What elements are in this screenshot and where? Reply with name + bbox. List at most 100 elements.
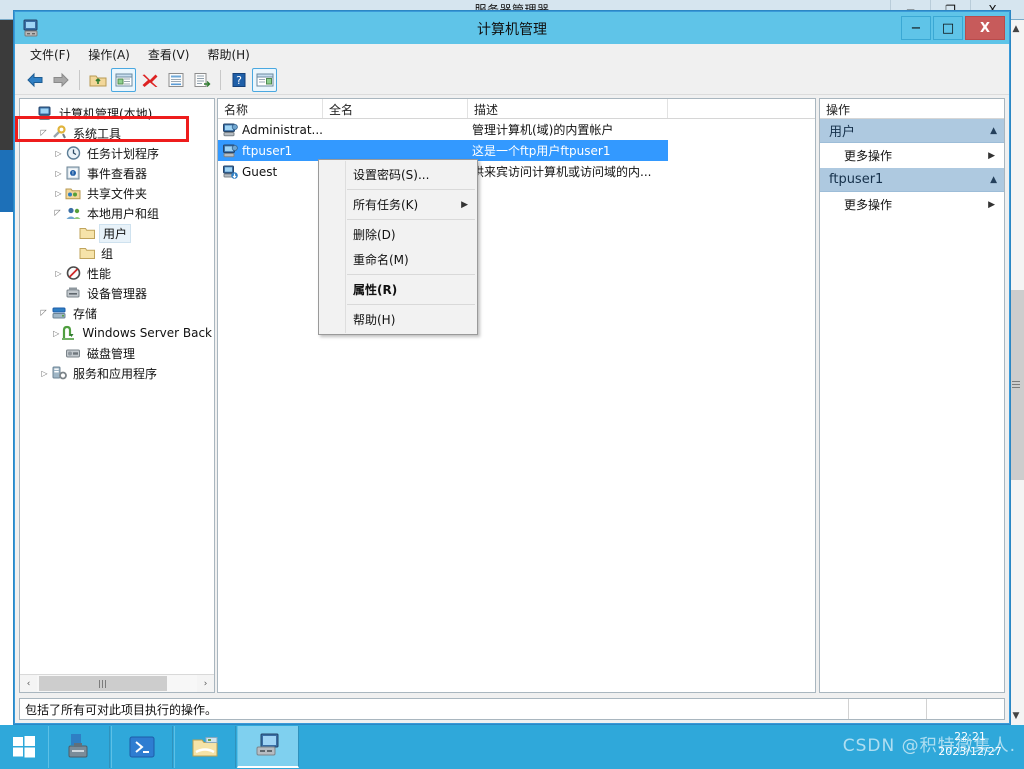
minimize-button[interactable]: − [901, 16, 931, 40]
scrollbar-track[interactable] [37, 675, 197, 692]
up-folder-icon[interactable] [85, 68, 110, 92]
show-tree-icon[interactable] [111, 68, 136, 92]
disk-management-icon [65, 345, 82, 361]
server-manager-task[interactable] [48, 726, 110, 768]
services-icon [51, 365, 68, 381]
chevron-right-icon: ▶ [988, 150, 995, 161]
delete-icon[interactable] [137, 68, 162, 92]
menu-file[interactable]: 文件(F) [21, 44, 79, 65]
tree-horizontal-scrollbar[interactable]: ‹ › [20, 674, 214, 692]
collapse-icon[interactable]: ◺ [35, 127, 55, 140]
table-row[interactable]: ftpuser1 这是一个ftp用户ftpuser1 [218, 140, 815, 161]
table-row[interactable]: Administrat... 管理计算机(域)的内置帐户 [218, 119, 815, 140]
column-header-fullname[interactable]: 全名 [323, 99, 468, 118]
powershell-task[interactable] [111, 726, 173, 768]
tree-node-label: 系统工具 [73, 126, 122, 141]
content-area: 计算机管理(本地) ◺ 系统工具 ▷ 任务计划程序 ▷! 事件查看器 ▷ 共享文件夹 ◺ 本地用户和… [19, 98, 1005, 693]
tree-node-label: 任务计划程序 [87, 146, 160, 161]
close-button[interactable]: X [965, 16, 1005, 40]
expand-icon[interactable]: ▷ [52, 263, 65, 283]
export-list-icon[interactable] [189, 68, 214, 92]
expand-icon[interactable]: ▷ [38, 363, 51, 383]
tree-node-1[interactable]: ◺ 系统工具 [24, 123, 214, 143]
tree-node-5[interactable]: ◺ 本地用户和组 [24, 203, 214, 223]
expand-icon[interactable]: ▷ [52, 163, 65, 183]
help-icon[interactable]: ? [226, 68, 251, 92]
menu-action[interactable]: 操作(A) [79, 44, 139, 65]
scrollbar-thumb[interactable] [39, 676, 167, 691]
context-menu-item-4[interactable]: 属性(R) [319, 277, 477, 302]
maximize-button[interactable]: □ [933, 16, 963, 40]
cell-description: 这是一个ftp用户ftpuser1 [468, 140, 668, 161]
action-group-title-0[interactable]: 用户 ▲ [820, 119, 1004, 143]
svg-text:!: ! [72, 171, 74, 178]
properties-icon[interactable] [163, 68, 188, 92]
context-menu-item-3[interactable]: 重命名(M) [319, 247, 477, 272]
context-menu-separator [347, 219, 475, 220]
tree-node-9[interactable]: 设备管理器 [24, 283, 214, 303]
tree-node-label: 组 [101, 246, 114, 261]
scroll-left-icon[interactable]: ‹ [20, 675, 37, 692]
tree-node-2[interactable]: ▷ 任务计划程序 [24, 143, 214, 163]
chevron-up-icon[interactable]: ▲ [990, 126, 997, 136]
context-menu-item-1[interactable]: 所有任务(K) ▶ [319, 192, 477, 217]
tree-node-label: 共享文件夹 [87, 186, 148, 201]
tree-node-0[interactable]: 计算机管理(本地) [24, 103, 214, 123]
clock-icon [65, 145, 82, 161]
context-menu[interactable]: 设置密码(S)... 所有任务(K) ▶ 删除(D) 重命名(M) 属性(R) 帮助(H) [318, 159, 478, 335]
context-menu-item-5[interactable]: 帮助(H) [319, 307, 477, 332]
start-button[interactable] [0, 725, 48, 769]
tree-node-10[interactable]: ◺ 存储 [24, 303, 214, 323]
svg-text:?: ? [236, 74, 242, 87]
menu-view[interactable]: 查看(V) [139, 44, 199, 65]
list-view[interactable]: Administrat... 管理计算机(域)的内置帐户 ftpuser1 这是一个f… [218, 119, 815, 182]
column-header-name[interactable]: 名称 [218, 99, 323, 118]
cell-description: 供来宾访问计算机或访问域的内... [472, 165, 652, 179]
menu-help[interactable]: 帮助(H) [198, 44, 258, 65]
tree-node-4[interactable]: ▷ 共享文件夹 [24, 183, 214, 203]
tree-node-3[interactable]: ▷! 事件查看器 [24, 163, 214, 183]
file-explorer-task[interactable] [174, 726, 236, 768]
scroll-right-icon[interactable]: › [197, 675, 214, 692]
expand-icon[interactable]: ▷ [52, 143, 65, 163]
cell-name-text: ftpuser1 [242, 143, 293, 158]
tree-node-7[interactable]: 组 [24, 243, 214, 263]
clock-time: 22:21 [954, 730, 986, 743]
table-row[interactable]: Guest 供来宾访问计算机或访问域的内... [218, 161, 815, 182]
context-menu-item-0[interactable]: 设置密码(S)... [319, 162, 477, 187]
device-manager-icon [65, 285, 82, 301]
scrollbar-grip-icon [1012, 381, 1020, 389]
column-header-blank[interactable] [668, 99, 815, 118]
status-bar-text: 包括了所有可对此项目执行的操作。 [25, 702, 218, 717]
forward-arrow-icon[interactable] [48, 68, 73, 92]
action-group-title-1[interactable]: ftpuser1 ▲ [820, 168, 1004, 192]
tree-node-8[interactable]: ▷ 性能 [24, 263, 214, 283]
action-item-more-actions-0-0[interactable]: 更多操作 ▶ [820, 143, 1004, 168]
cell-fullname [323, 119, 468, 140]
computer-management-task[interactable] [237, 726, 299, 768]
maximize-icon: □ [941, 20, 955, 36]
chevron-up-icon[interactable]: ▲ [990, 175, 997, 185]
show-action-pane-icon[interactable] [252, 68, 277, 92]
column-header-description[interactable]: 描述 [468, 99, 668, 118]
cell-description: 管理计算机(域)的内置帐户 [472, 123, 614, 137]
tree-node-11[interactable]: ▷ Windows Server Back [24, 323, 214, 343]
taskbar-clock[interactable]: 22:21 2023/12/27 [924, 729, 1016, 759]
back-arrow-icon[interactable] [22, 68, 47, 92]
tree-node-label: 性能 [87, 266, 112, 281]
expand-icon[interactable]: ▷ [52, 183, 65, 203]
scrollbar-thumb[interactable] [1008, 290, 1024, 480]
action-item-more-actions-1-0[interactable]: 更多操作 ▶ [820, 192, 1004, 217]
collapse-icon[interactable]: ◺ [35, 307, 55, 320]
folder-icon [79, 225, 96, 241]
tree-node-13[interactable]: ▷ 服务和应用程序 [24, 363, 214, 383]
no-expander [24, 103, 37, 123]
tree-node-6[interactable]: 用户 [24, 223, 214, 243]
action-group-label: ftpuser1 [829, 172, 884, 187]
context-menu-item-2[interactable]: 删除(D) [319, 222, 477, 247]
collapse-icon[interactable]: ◺ [49, 207, 69, 220]
shared-folder-icon [65, 185, 82, 201]
tree-node-12[interactable]: 磁盘管理 [24, 343, 214, 363]
tree-view[interactable]: 计算机管理(本地) ◺ 系统工具 ▷ 任务计划程序 ▷! 事件查看器 ▷ 共享文件夹 ◺ 本地用户和… [20, 99, 214, 673]
expand-icon[interactable]: ▷ [52, 323, 60, 343]
